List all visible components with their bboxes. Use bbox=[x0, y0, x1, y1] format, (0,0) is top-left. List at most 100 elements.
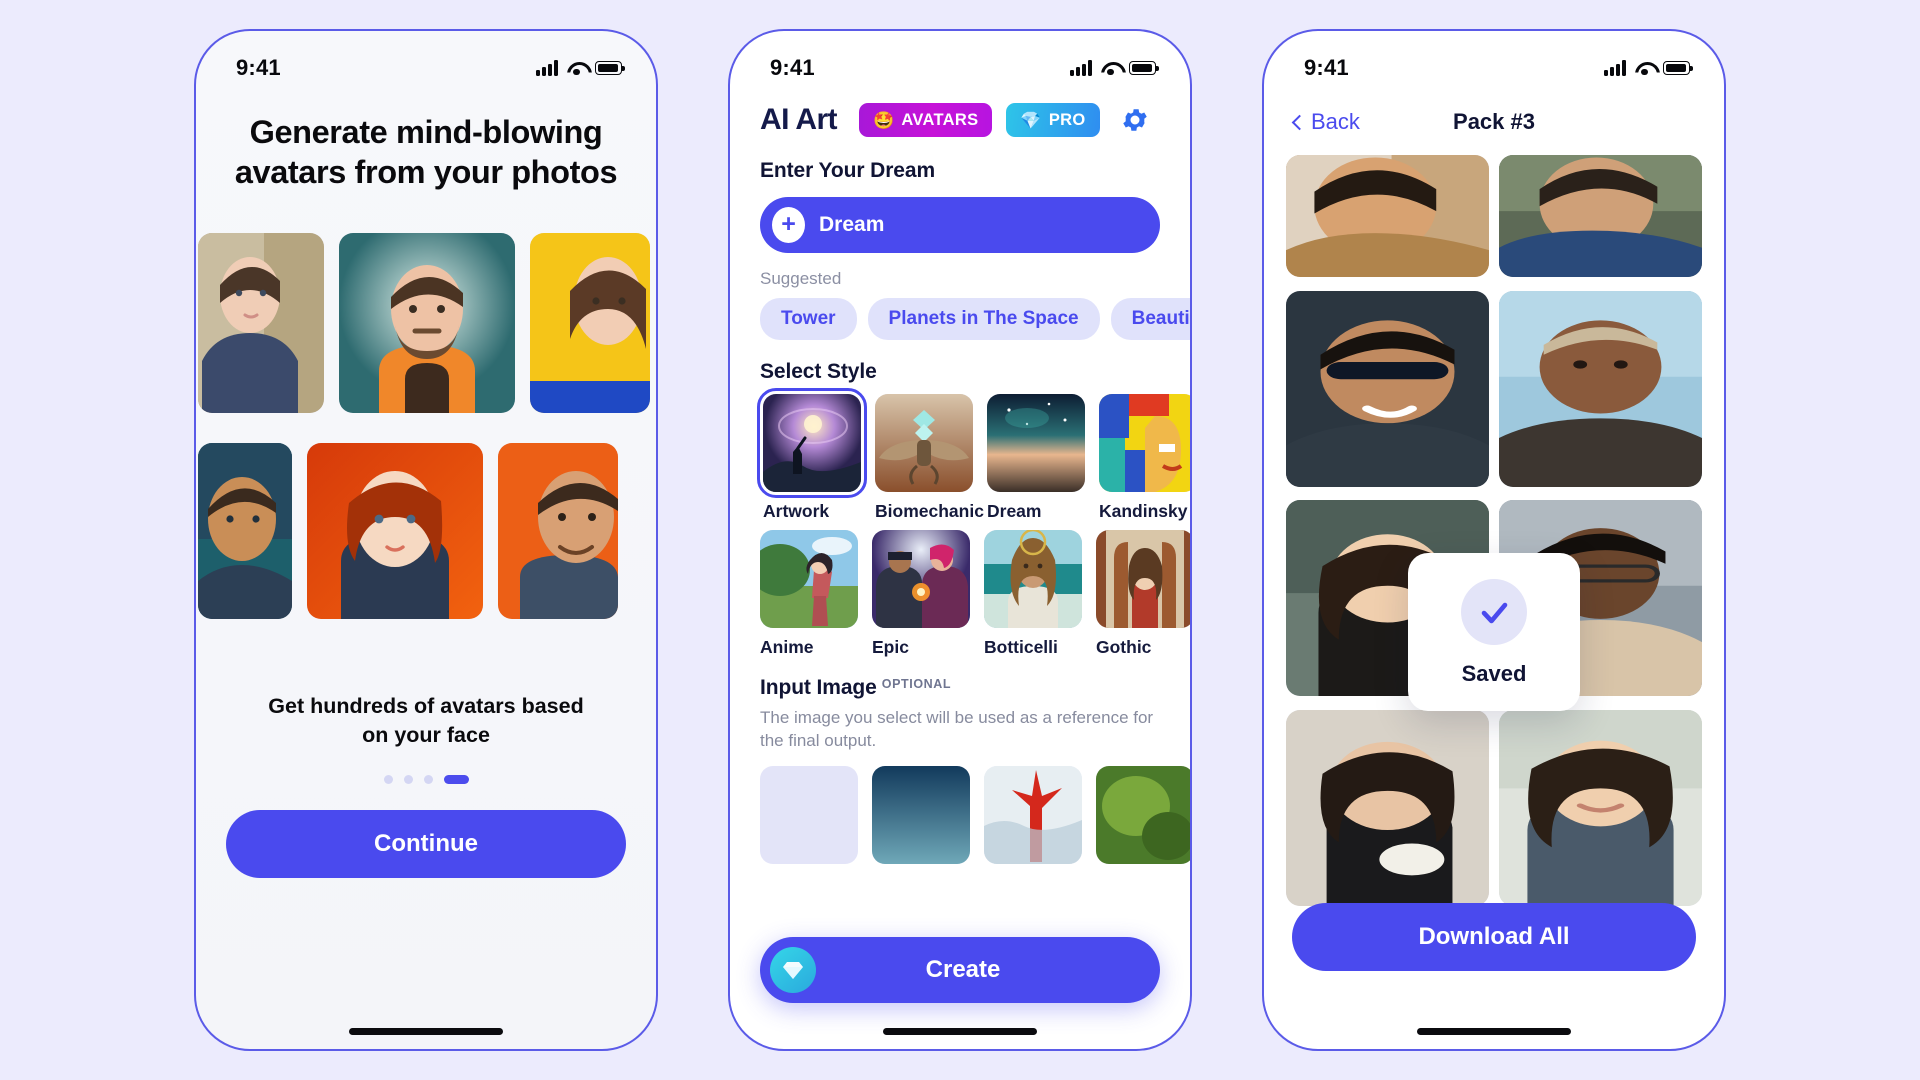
style-thumbnail[interactable] bbox=[757, 388, 867, 498]
diamond-icon bbox=[770, 947, 816, 993]
phone-generator: 9:41 AI Art 🤩 AVATARS 💎 PRO Enter Your D… bbox=[728, 29, 1192, 1051]
style-thumbnail[interactable] bbox=[760, 530, 858, 628]
style-item-biomechanic[interactable]: Biomechanic bbox=[875, 394, 984, 522]
avatars-badge[interactable]: 🤩 AVATARS bbox=[858, 103, 993, 137]
avatars-badge-label: AVATARS bbox=[901, 110, 979, 129]
input-image-thumb[interactable] bbox=[984, 765, 1082, 864]
input-image-hint: The image you select will be used as a r… bbox=[760, 708, 1154, 750]
avatar-row bbox=[198, 443, 656, 653]
result-cell[interactable] bbox=[1286, 709, 1489, 906]
back-button[interactable]: Back bbox=[1291, 109, 1360, 135]
dream-input[interactable]: + Dream bbox=[760, 197, 1160, 253]
create-button-label: Create bbox=[925, 956, 1001, 983]
page-subtitle: Get hundreds of avatars based on your fa… bbox=[268, 694, 584, 747]
style-item-dream[interactable]: Dream bbox=[987, 394, 1085, 522]
pager-dot[interactable] bbox=[383, 775, 393, 785]
result-cell[interactable] bbox=[1286, 290, 1489, 487]
style-section-title: Select Style bbox=[760, 360, 877, 383]
style-grid: Artwork Biomechanic Dream Kandinsky Anim… bbox=[757, 388, 1190, 658]
style-item-gothic[interactable]: Gothic bbox=[1096, 530, 1190, 658]
back-button-label: Back bbox=[1311, 109, 1360, 134]
style-item-anime[interactable]: Anime bbox=[760, 530, 858, 658]
style-thumbnail[interactable] bbox=[1099, 394, 1190, 492]
pager-dots[interactable] bbox=[196, 775, 656, 785]
result-cell[interactable] bbox=[1499, 290, 1702, 487]
star-struck-emoji-icon: 🤩 bbox=[872, 110, 895, 130]
status-time: 9:41 bbox=[1304, 55, 1349, 80]
style-thumbnail[interactable] bbox=[875, 394, 973, 492]
style-row: Anime Epic Botticelli Gothic bbox=[760, 530, 1190, 658]
app-logo: AI Art bbox=[760, 103, 838, 136]
avatar-tile bbox=[198, 233, 324, 414]
optional-tag: OPTIONAL bbox=[881, 677, 952, 691]
wifi-icon bbox=[1101, 61, 1120, 76]
wifi-icon bbox=[567, 61, 586, 76]
style-label: Artwork bbox=[763, 501, 830, 521]
cellular-bars-icon bbox=[536, 60, 558, 76]
pro-badge[interactable]: 💎 PRO bbox=[1006, 103, 1100, 137]
cellular-bars-icon bbox=[1604, 60, 1626, 76]
style-thumbnail[interactable] bbox=[984, 530, 1082, 628]
status-bar: 9:41 bbox=[1264, 31, 1724, 91]
cellular-bars-icon bbox=[1070, 60, 1092, 76]
continue-button[interactable]: Continue bbox=[226, 810, 626, 879]
create-button[interactable]: Create bbox=[760, 937, 1160, 1003]
avatar-tile bbox=[198, 443, 292, 620]
style-label: Gothic bbox=[1096, 637, 1152, 657]
pro-badge-label: PRO bbox=[1048, 110, 1086, 129]
phone-pack-results: 9:41 Back Pack #3 Saved Download All bbox=[1262, 29, 1726, 1051]
gear-icon[interactable] bbox=[1120, 105, 1150, 135]
page-title: Generate mind-blowing avatars from your … bbox=[234, 114, 618, 190]
result-cell[interactable] bbox=[1499, 155, 1702, 277]
pager-dot[interactable] bbox=[403, 775, 413, 785]
input-image-label: Input Image bbox=[760, 676, 877, 699]
input-image-thumb[interactable] bbox=[1096, 765, 1190, 864]
style-label: Anime bbox=[760, 637, 814, 657]
input-image-thumb[interactable] bbox=[872, 765, 970, 864]
style-item-epic[interactable]: Epic bbox=[872, 530, 970, 658]
home-indicator bbox=[1417, 1028, 1571, 1035]
style-item-kandinsky[interactable]: Kandinsky bbox=[1099, 394, 1190, 522]
avatar-tile bbox=[307, 443, 483, 620]
pager-dot-active[interactable] bbox=[443, 775, 469, 785]
result-cell[interactable] bbox=[1499, 709, 1702, 906]
wifi-icon bbox=[1635, 61, 1654, 76]
style-label: Botticelli bbox=[984, 637, 1058, 657]
dream-input-placeholder: Dream bbox=[819, 213, 885, 236]
battery-icon bbox=[595, 61, 625, 75]
suggested-chip[interactable]: Beautiful Women bbox=[1110, 298, 1190, 340]
saved-toast: Saved bbox=[1408, 553, 1580, 711]
saved-toast-label: Saved bbox=[1461, 661, 1527, 686]
avatar-row bbox=[198, 218, 656, 428]
input-image-thumb-empty[interactable] bbox=[760, 765, 858, 864]
status-time: 9:41 bbox=[770, 55, 815, 80]
input-image-section-title: Input Image OPTIONAL bbox=[760, 676, 1160, 700]
chevron-left-icon bbox=[1291, 114, 1308, 131]
style-thumbnail[interactable] bbox=[872, 530, 970, 628]
download-all-button[interactable]: Download All bbox=[1292, 903, 1696, 971]
input-image-strip bbox=[760, 765, 1190, 864]
pager-dot[interactable] bbox=[423, 775, 433, 785]
suggested-chip[interactable]: Planets in The Space bbox=[867, 298, 1100, 340]
style-label: Kandinsky bbox=[1099, 501, 1188, 521]
home-indicator bbox=[883, 1028, 1037, 1035]
style-item-artwork[interactable]: Artwork bbox=[757, 388, 867, 522]
suggested-chips: Tower Planets in The Space Beautiful Wom… bbox=[760, 298, 1190, 340]
status-bar: 9:41 bbox=[730, 31, 1190, 91]
style-thumbnail[interactable] bbox=[1096, 530, 1190, 628]
app-header: AI Art 🤩 AVATARS 💎 PRO bbox=[730, 91, 1190, 137]
pack-results-grid: Saved bbox=[1286, 155, 1702, 909]
result-cell[interactable] bbox=[1286, 155, 1489, 277]
suggested-chip[interactable]: Tower bbox=[760, 298, 857, 340]
status-icons bbox=[1604, 60, 1693, 76]
style-label: Biomechanic bbox=[875, 501, 984, 521]
status-time: 9:41 bbox=[236, 55, 281, 80]
avatar-gallery bbox=[196, 218, 656, 654]
avatar-tile bbox=[530, 233, 650, 414]
style-label: Dream bbox=[987, 501, 1042, 521]
home-indicator bbox=[349, 1028, 503, 1035]
status-icons bbox=[536, 60, 625, 76]
plus-icon[interactable]: + bbox=[772, 207, 805, 243]
style-thumbnail[interactable] bbox=[987, 394, 1085, 492]
style-item-botticelli[interactable]: Botticelli bbox=[984, 530, 1082, 658]
